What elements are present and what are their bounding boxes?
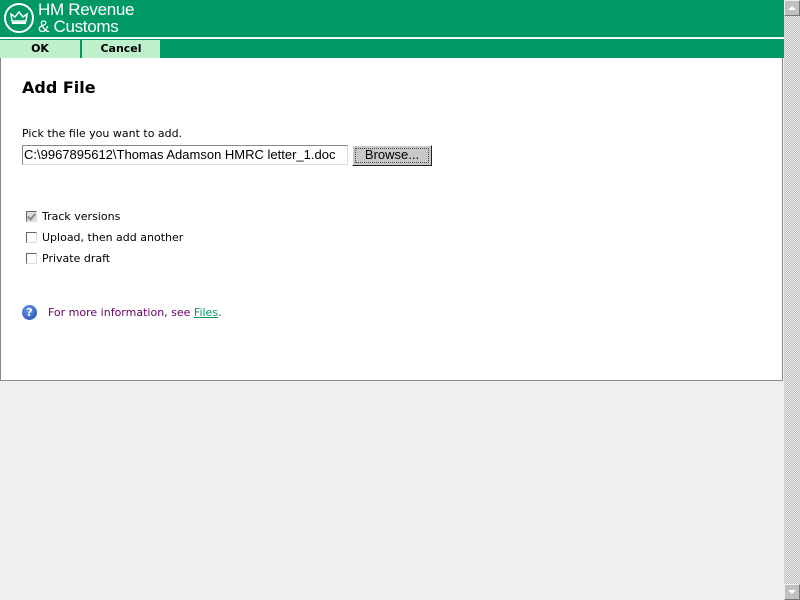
brand-name: HM Revenue & Customs xyxy=(38,0,135,36)
upload-another-label: Upload, then add another xyxy=(42,231,184,244)
pick-file-label: Pick the file you want to add. xyxy=(22,127,183,140)
browse-button[interactable]: Browse... xyxy=(352,145,432,166)
info-end: . xyxy=(218,306,222,319)
info-line: ? For more information, see Files. xyxy=(22,305,222,320)
scroll-down-button[interactable] xyxy=(784,584,800,600)
brand-line-2: & Customs xyxy=(38,17,119,36)
option-private-draft[interactable]: Private draft xyxy=(26,252,110,265)
track-versions-label: Track versions xyxy=(42,210,121,223)
scroll-up-button[interactable] xyxy=(784,0,800,16)
info-text: For more information, see xyxy=(48,306,191,319)
arrow-up-icon xyxy=(788,6,796,10)
cancel-button[interactable]: Cancel xyxy=(82,40,160,59)
file-path-input[interactable]: C:\9967895612\Thomas Adamson HMRC letter… xyxy=(22,145,348,165)
arrow-down-icon xyxy=(788,590,796,594)
vertical-scrollbar[interactable] xyxy=(784,0,800,600)
crown-logo-icon xyxy=(4,3,34,33)
private-draft-checkbox[interactable] xyxy=(26,253,37,264)
upload-another-checkbox[interactable] xyxy=(26,232,37,243)
toolbar: OK Cancel xyxy=(0,38,784,59)
header-bar: HM Revenue & Customs xyxy=(0,0,784,37)
option-track-versions[interactable]: Track versions xyxy=(26,210,120,223)
help-icon: ? xyxy=(22,305,37,320)
ok-button[interactable]: OK xyxy=(0,40,80,59)
option-upload-another[interactable]: Upload, then add another xyxy=(26,231,183,244)
brand-line-1: HM Revenue xyxy=(38,0,135,19)
track-versions-checkbox[interactable] xyxy=(26,211,37,222)
files-link[interactable]: Files xyxy=(194,306,218,319)
add-file-panel: Add File Pick the file you want to add. … xyxy=(0,58,783,381)
private-draft-label: Private draft xyxy=(42,252,111,265)
page-title: Add File xyxy=(22,78,96,97)
